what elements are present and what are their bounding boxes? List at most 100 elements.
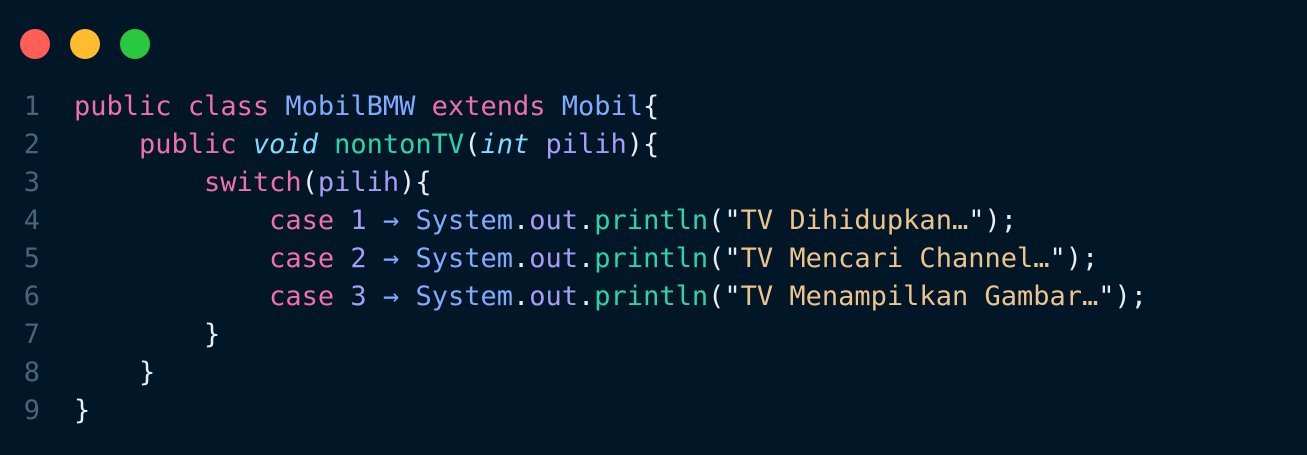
- code-token: ": [724, 281, 741, 312]
- code-token: println: [594, 243, 709, 274]
- code-token: .: [578, 281, 595, 312]
- code-line: 4 case 1 → System.out.println("TV Dihidu…: [0, 202, 1307, 240]
- code-token: 3: [350, 281, 367, 312]
- line-number: 2: [23, 129, 40, 160]
- code-token: System: [415, 205, 513, 236]
- code-token: case: [269, 243, 335, 274]
- code-token: public: [74, 91, 172, 122]
- code-token: TV Mencari Channel…: [740, 243, 1050, 274]
- code-text: public void nontonTV(int pilih){: [74, 126, 659, 164]
- code-token: →: [382, 243, 400, 274]
- code-token: out: [529, 205, 579, 236]
- code-token: {: [643, 91, 660, 122]
- code-token: out: [529, 281, 579, 312]
- code-token: (: [708, 205, 725, 236]
- code-token: (: [708, 243, 725, 274]
- code-token: ){: [626, 129, 660, 160]
- minimize-button[interactable]: [70, 29, 100, 59]
- code-line: 5 case 2 → System.out.println("TV Mencar…: [0, 240, 1307, 278]
- close-button[interactable]: [20, 29, 50, 59]
- code-text: }: [74, 316, 220, 354]
- code-token: .: [512, 281, 530, 312]
- code-token: →: [382, 281, 400, 312]
- line-number: 8: [23, 357, 40, 388]
- code-token: switch: [204, 167, 302, 198]
- code-token: pilih: [545, 129, 627, 160]
- code-token: MobilBMW: [285, 91, 416, 122]
- line-number: 7: [23, 319, 40, 350]
- code-text: case 1 → System.out.println("TV Dihidupk…: [74, 202, 1017, 240]
- code-line: 8 }: [0, 354, 1307, 392]
- code-token: );: [984, 205, 1017, 236]
- code-token: TV Menampilkan Gambar…: [740, 281, 1099, 312]
- code-token: ){: [399, 167, 432, 198]
- window-controls: [20, 29, 150, 59]
- code-token: →: [382, 205, 400, 236]
- code-token: println: [594, 205, 709, 236]
- code-token: extends: [431, 91, 546, 122]
- code-token: (: [708, 281, 725, 312]
- code-token: System: [415, 281, 513, 312]
- code-token: int: [480, 129, 530, 160]
- code-token: (: [464, 129, 481, 160]
- code-token: .: [512, 205, 530, 236]
- code-line: 2 public void nontonTV(int pilih){: [0, 126, 1307, 164]
- line-number: 9: [23, 395, 40, 426]
- line-number: 5: [23, 243, 40, 274]
- code-line: 9}: [0, 392, 1307, 430]
- code-token: );: [1114, 281, 1148, 312]
- line-number: 3: [23, 167, 40, 198]
- code-text: }: [74, 354, 155, 392]
- line-number: 1: [23, 91, 40, 122]
- code-token: ": [1049, 243, 1066, 274]
- maximize-button[interactable]: [120, 29, 150, 59]
- code-token: .: [578, 205, 595, 236]
- code-text: }: [74, 392, 90, 430]
- code-token: 1: [350, 205, 367, 236]
- code-line: 7 }: [0, 316, 1307, 354]
- code-token: );: [1065, 243, 1099, 274]
- code-window: 1 public class MobilBMW extends Mobil{2 p…: [0, 0, 1307, 455]
- code-token: }: [74, 395, 91, 426]
- code-token: .: [578, 243, 595, 274]
- code-token: pilih: [317, 167, 400, 198]
- code-token: ": [1098, 281, 1115, 312]
- code-token: println: [594, 281, 709, 312]
- code-line: 3 switch(pilih){: [0, 164, 1307, 202]
- code-token: class: [187, 91, 270, 122]
- code-token: case: [269, 281, 335, 312]
- code-token: out: [529, 243, 579, 274]
- code-token: void: [252, 129, 318, 160]
- code-editor: 1 public class MobilBMW extends Mobil{2 p…: [0, 88, 1307, 430]
- code-token: TV Dihidupkan…: [740, 205, 969, 236]
- code-text: case 3 → System.out.println("TV Menampil…: [74, 278, 1147, 316]
- code-token: System: [415, 243, 513, 274]
- code-token: }: [139, 357, 156, 388]
- code-token: public: [139, 129, 237, 160]
- line-number: 4: [23, 205, 40, 236]
- code-token: .: [512, 243, 530, 274]
- code-text: switch(pilih){: [74, 164, 432, 202]
- code-token: }: [204, 319, 221, 350]
